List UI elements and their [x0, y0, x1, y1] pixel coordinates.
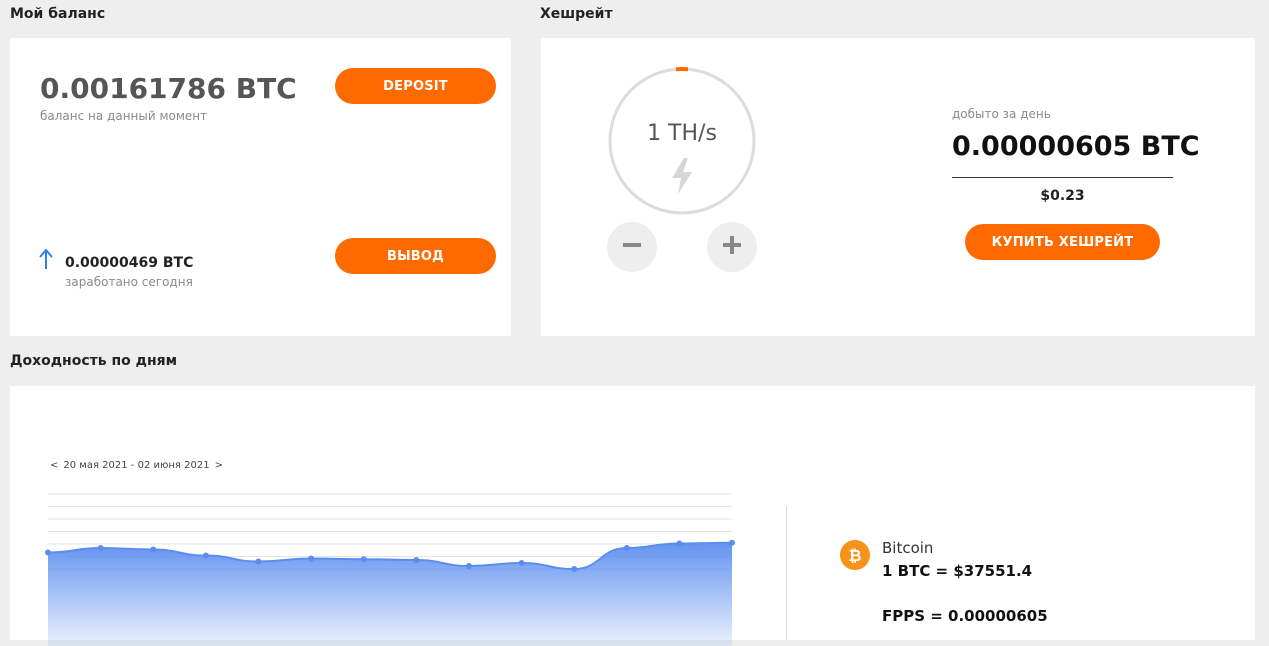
- fpps-value: FPPS = 0.00000605: [882, 607, 1048, 625]
- chart-point[interactable]: [518, 560, 525, 566]
- minus-icon: [622, 235, 642, 259]
- chart-point[interactable]: [255, 558, 262, 565]
- chart-point[interactable]: [360, 556, 367, 563]
- chevron-right-icon[interactable]: >: [215, 460, 223, 471]
- balance-caption: баланс на данный момент: [40, 109, 208, 123]
- coin-name: Bitcoin: [882, 539, 934, 557]
- chart-point[interactable]: [150, 546, 157, 553]
- date-range-nav: < 20 мая 2021 - 02 июня 2021 >: [50, 460, 223, 471]
- hashrate-section-title: Хешрейт: [540, 6, 613, 22]
- chevron-left-icon[interactable]: <: [50, 460, 58, 471]
- hashrate-value: 1 TH/s: [647, 121, 717, 146]
- earned-today-value: 0.00000469 BTC: [65, 255, 194, 271]
- mined-caption: добыто за день: [952, 107, 1051, 121]
- profit-chart: [45, 493, 735, 646]
- chart-point[interactable]: [308, 555, 315, 562]
- arrow-up-icon: [38, 248, 54, 274]
- increase-hashrate-button[interactable]: [707, 222, 757, 272]
- bitcoin-icon: ₿: [840, 540, 870, 574]
- chart-point[interactable]: [202, 552, 209, 559]
- chart-point[interactable]: [465, 563, 472, 569]
- chart-divider: [786, 506, 787, 640]
- mined-value: 0.00000605 BTC: [952, 131, 1200, 162]
- balance-amount: 0.00161786 BTC: [40, 72, 297, 105]
- mined-usd: $0.23: [1040, 188, 1085, 204]
- date-range-label: 20 мая 2021 - 02 июня 2021: [63, 460, 210, 471]
- balance-section-title: Мой баланс: [10, 6, 106, 22]
- lightning-icon: [670, 158, 694, 198]
- chart-point[interactable]: [97, 545, 104, 551]
- mined-divider: [952, 177, 1173, 178]
- hashrate-gauge: 1 TH/s: [607, 66, 757, 216]
- chart-point[interactable]: [676, 540, 683, 547]
- svg-text:₿: ₿: [848, 546, 861, 565]
- chart-point[interactable]: [571, 566, 578, 572]
- profit-section-title: Доходность по дням: [10, 353, 178, 369]
- hashrate-card: 1 TH/s добыто за день 0.00000605 BTC $0.…: [541, 38, 1255, 336]
- earned-today-caption: заработано сегодня: [65, 275, 193, 289]
- chart-point[interactable]: [413, 557, 420, 563]
- buy-hashrate-button[interactable]: КУПИТЬ ХЕШРЕЙТ: [965, 224, 1160, 260]
- balance-card: 0.00161786 BTC баланс на данный момент D…: [10, 38, 511, 336]
- withdraw-button[interactable]: ВЫВОД: [335, 238, 496, 274]
- decrease-hashrate-button[interactable]: [607, 222, 657, 272]
- deposit-button[interactable]: DEPOSIT: [335, 68, 496, 104]
- plus-icon: [722, 235, 742, 259]
- chart-point[interactable]: [623, 545, 630, 551]
- chart-point[interactable]: [729, 539, 735, 546]
- chart-point[interactable]: [45, 549, 51, 556]
- chart-area: [48, 542, 732, 646]
- coin-rate: 1 BTC = $37551.4: [882, 562, 1033, 580]
- profit-card: < 20 мая 2021 - 02 июня 2021 > ₿ Bitcoin…: [10, 386, 1255, 646]
